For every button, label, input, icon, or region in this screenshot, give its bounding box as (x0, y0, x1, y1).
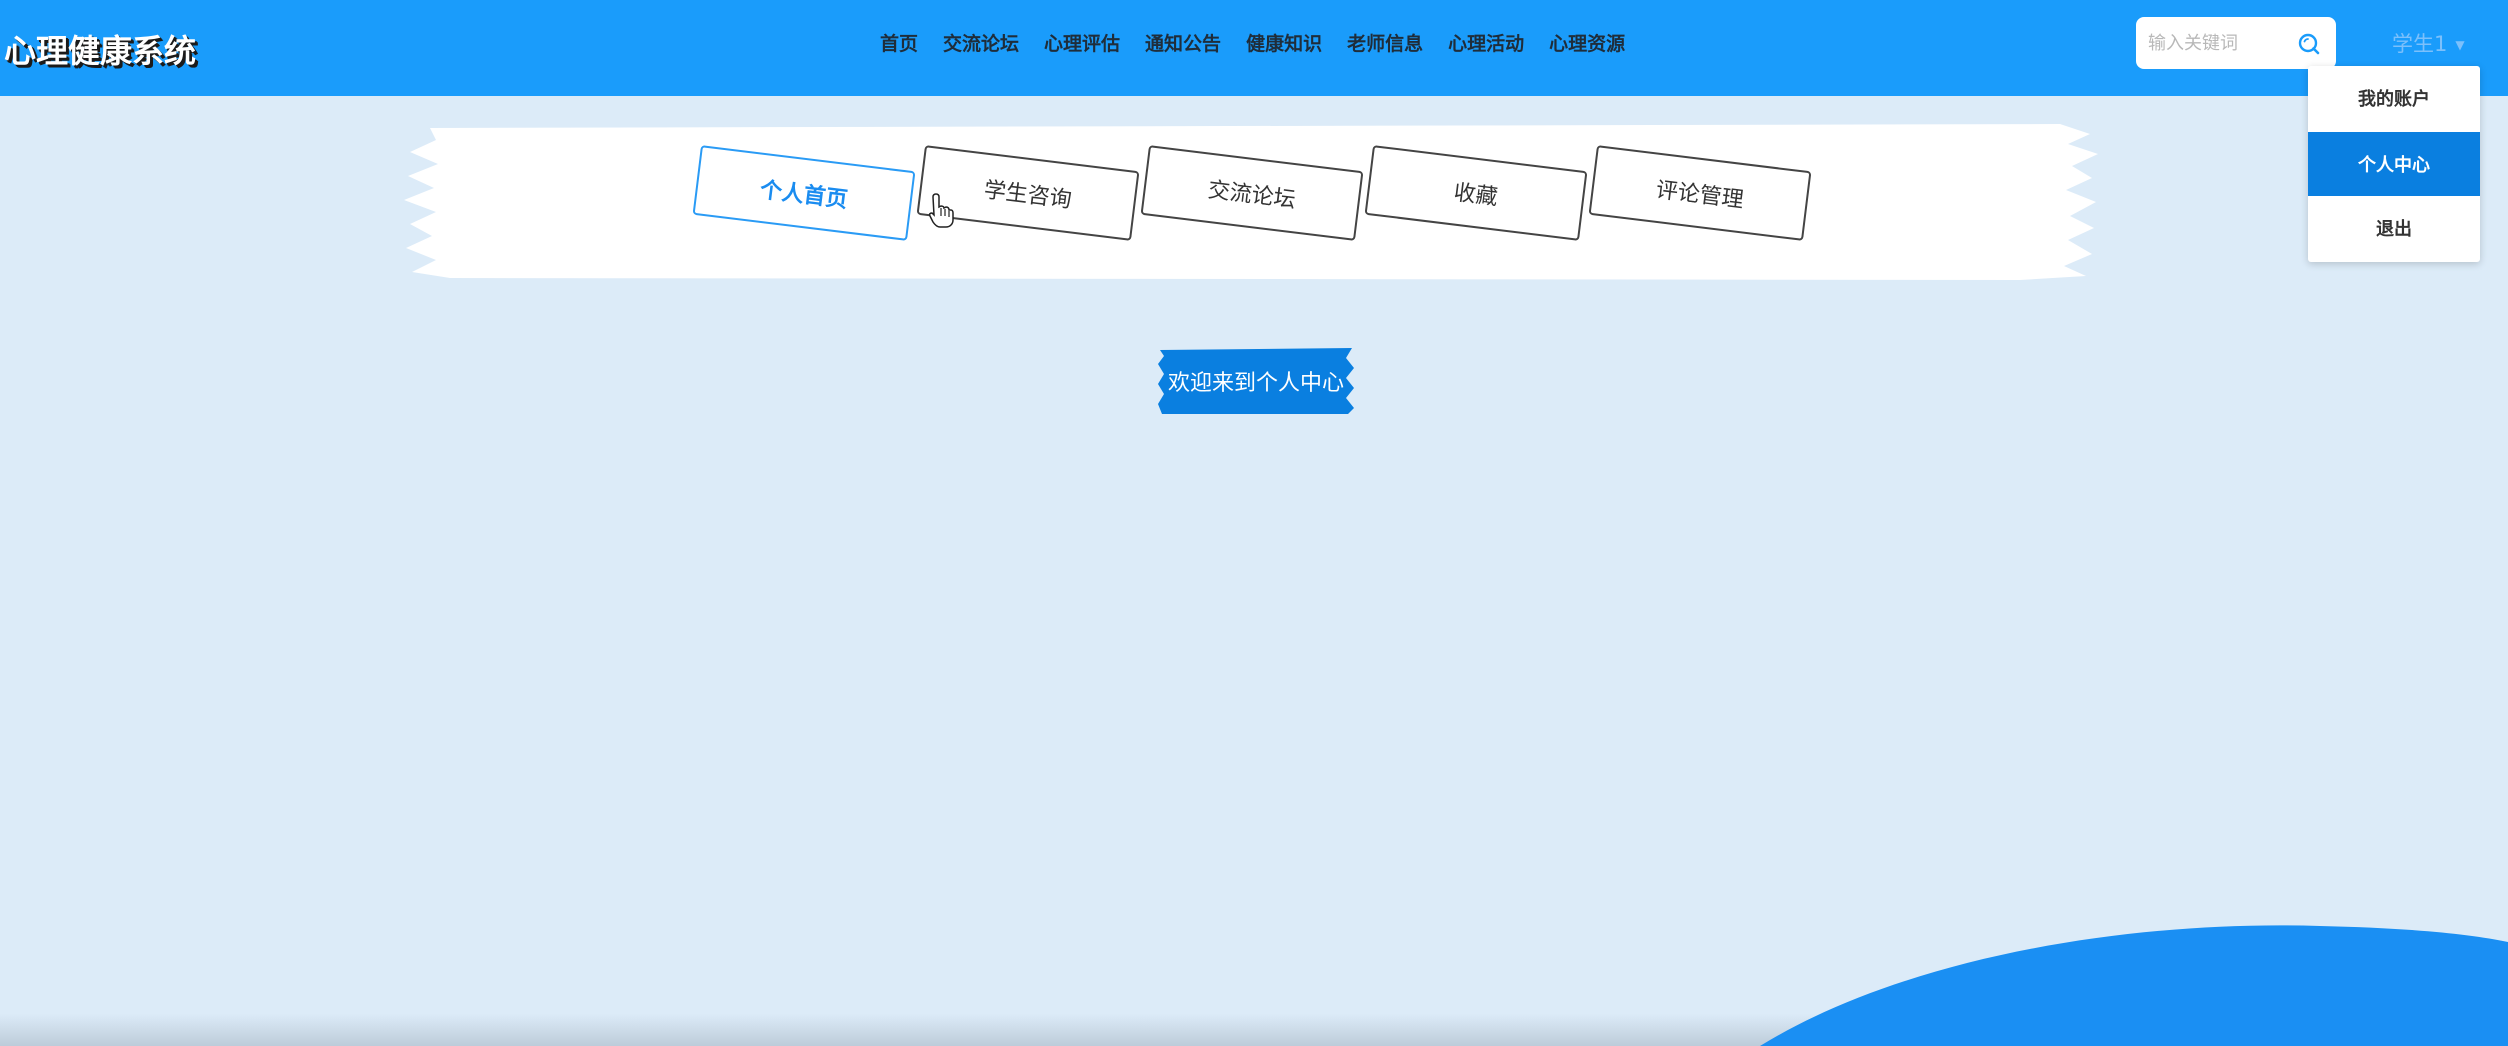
nav-item-forum[interactable]: 交流论坛 (943, 29, 1019, 56)
user-name: 学生1 (2392, 32, 2448, 56)
dropdown-item-my-account[interactable]: 我的账户 (2308, 66, 2480, 130)
main-nav: 首页 交流论坛 心理评估 通知公告 健康知识 老师信息 心理活动 心理资源 (880, 0, 1625, 84)
nav-item-announcements[interactable]: 通知公告 (1145, 29, 1221, 56)
user-menu-trigger[interactable]: 学生1 ▼ (2392, 28, 2465, 58)
dropdown-item-personal-center[interactable]: 个人中心 (2308, 132, 2480, 196)
page: 心理健康系统 首页 交流论坛 心理评估 通知公告 健康知识 老师信息 心理活动 … (0, 0, 2508, 1046)
nav-item-health-knowledge[interactable]: 健康知识 (1246, 29, 1322, 56)
dropdown-item-logout[interactable]: 退出 (2308, 196, 2480, 260)
search-box (2136, 17, 2336, 69)
welcome-text: 欢迎来到个人中心 (1167, 371, 1344, 396)
user-dropdown: 我的账户 个人中心 退出 (2308, 66, 2480, 262)
site-logo[interactable]: 心理健康系统 (4, 26, 196, 72)
wave-decoration (1760, 925, 2508, 1046)
nav-item-resources[interactable]: 心理资源 (1549, 29, 1625, 56)
caret-down-icon: ▼ (2455, 38, 2465, 52)
nav-item-teachers[interactable]: 老师信息 (1347, 29, 1423, 56)
nav-item-assessment[interactable]: 心理评估 (1044, 29, 1120, 56)
nav-item-activities[interactable]: 心理活动 (1448, 29, 1524, 56)
search-input[interactable] (2148, 29, 2298, 57)
nav-item-home[interactable]: 首页 (880, 29, 918, 56)
welcome-banner: 欢迎来到个人中心 (1156, 346, 1356, 416)
header: 心理健康系统 首页 交流论坛 心理评估 通知公告 健康知识 老师信息 心理活动 … (0, 0, 2508, 96)
search-icon[interactable] (2296, 31, 2322, 57)
hand-cursor-icon (928, 193, 954, 228)
tab-banner: 个人首页 学生咨询 交流论坛 收藏 评论管理 (400, 120, 2102, 282)
